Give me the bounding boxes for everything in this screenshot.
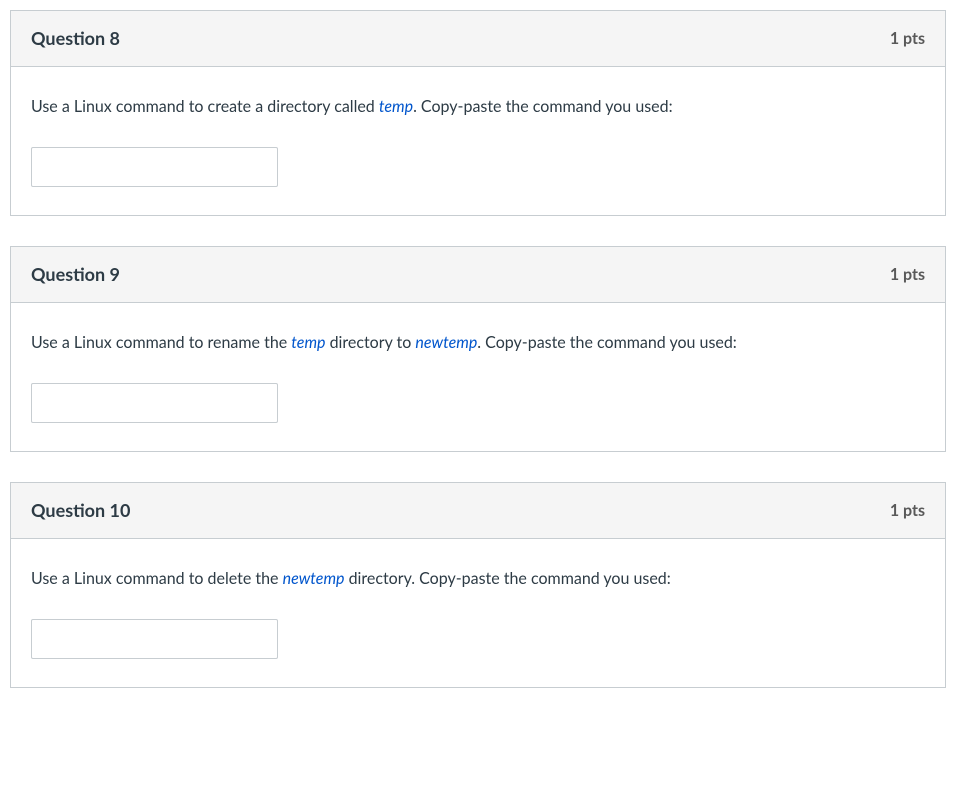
prompt-text: . Copy-paste the command you used: — [477, 333, 737, 352]
code-term: temp — [379, 97, 413, 116]
question-title: Question 10 — [31, 497, 130, 524]
question-card-10: Question 10 1 pts Use a Linux command to… — [10, 482, 946, 688]
answer-input[interactable] — [31, 383, 278, 423]
question-points: 1 pts — [890, 27, 925, 51]
question-title: Question 9 — [31, 261, 120, 288]
answer-input[interactable] — [31, 147, 278, 187]
code-term: newtemp — [415, 333, 477, 352]
prompt-text: Use a Linux command to rename the — [31, 333, 291, 352]
question-prompt: Use a Linux command to create a director… — [31, 95, 925, 119]
question-card-9: Question 9 1 pts Use a Linux command to … — [10, 246, 946, 452]
code-term: newtemp — [283, 569, 345, 588]
question-title: Question 8 — [31, 25, 120, 52]
question-body: Use a Linux command to rename the temp d… — [11, 303, 945, 451]
question-header: Question 10 1 pts — [11, 483, 945, 539]
prompt-text: directory to — [326, 333, 416, 352]
question-body: Use a Linux command to delete the newtem… — [11, 539, 945, 687]
question-prompt: Use a Linux command to delete the newtem… — [31, 567, 925, 591]
question-card-8: Question 8 1 pts Use a Linux command to … — [10, 10, 946, 216]
question-body: Use a Linux command to create a director… — [11, 67, 945, 215]
question-prompt: Use a Linux command to rename the temp d… — [31, 331, 925, 355]
question-header: Question 8 1 pts — [11, 11, 945, 67]
prompt-text: Use a Linux command to create a director… — [31, 97, 379, 116]
prompt-text: Use a Linux command to delete the — [31, 569, 283, 588]
question-points: 1 pts — [890, 499, 925, 523]
answer-input[interactable] — [31, 619, 278, 659]
prompt-text: . Copy-paste the command you used: — [413, 97, 673, 116]
code-term: temp — [291, 333, 325, 352]
question-points: 1 pts — [890, 263, 925, 287]
prompt-text: directory. Copy-paste the command you us… — [345, 569, 671, 588]
question-header: Question 9 1 pts — [11, 247, 945, 303]
